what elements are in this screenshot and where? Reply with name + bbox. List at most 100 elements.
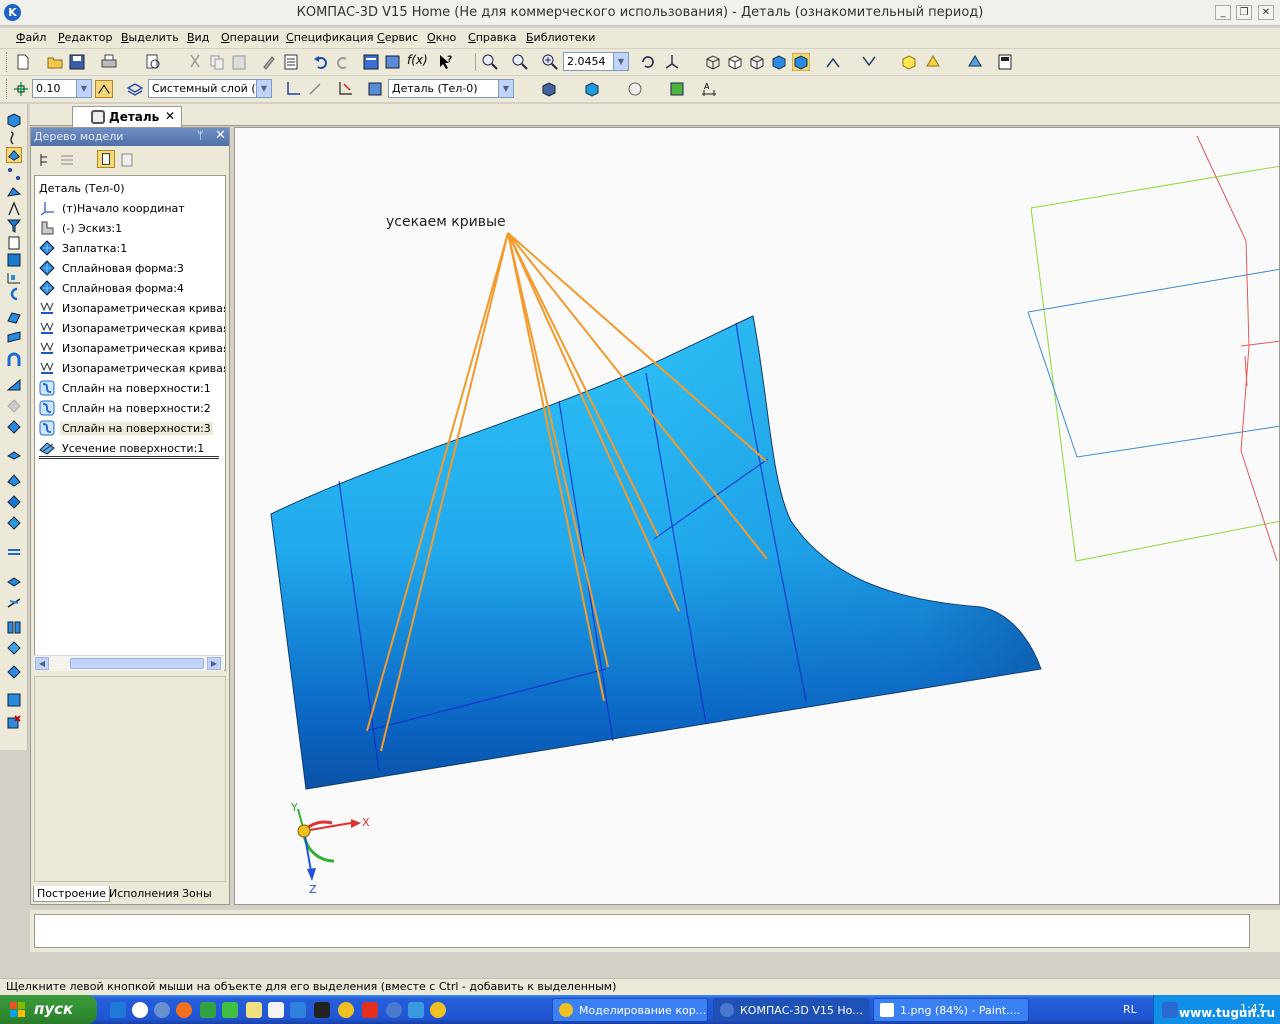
redo-icon[interactable] (334, 53, 352, 71)
offset-surface-icon[interactable] (6, 494, 22, 510)
tool-icon[interactable] (200, 1002, 216, 1018)
array-icon[interactable] (6, 184, 22, 200)
surface-fill-icon[interactable] (6, 640, 22, 656)
toolbar-grip[interactable] (6, 52, 10, 72)
layer-icon[interactable] (126, 80, 144, 98)
restore-button[interactable]: ❐ (1236, 5, 1252, 20)
blue-app-icon[interactable] (408, 1002, 424, 1018)
paste-icon[interactable] (230, 53, 248, 71)
menu-specification[interactable]: Спецификация (286, 31, 373, 44)
surface-trim-icon[interactable] (6, 595, 22, 611)
kompas-quick-icon[interactable] (386, 1002, 402, 1018)
view-icon[interactable] (966, 53, 984, 71)
chevron-down-icon[interactable]: ▼ (613, 53, 628, 70)
color-icon[interactable] (583, 80, 601, 98)
editing-icon[interactable] (6, 235, 22, 251)
yellow-app-icon[interactable] (338, 1002, 354, 1018)
start-button[interactable]: пуск (0, 995, 97, 1024)
tree-item[interactable]: Сплайн на поверхности:2 (35, 398, 225, 418)
zoom-scale-select[interactable]: 2.0454 ▼ (563, 52, 629, 71)
dimension-icon[interactable]: A (700, 80, 718, 98)
hidden-lines-icon[interactable] (726, 53, 744, 71)
body-icon[interactable] (366, 80, 384, 98)
tree-item[interactable]: Усечение поверхности:1 (35, 438, 225, 458)
tab-detail[interactable]: Деталь ✕ (72, 106, 182, 127)
sew-icon[interactable] (6, 450, 22, 466)
tray-network-icon[interactable] (1162, 1002, 1178, 1018)
tree-item[interactable]: (-) Эскиз:1 (35, 218, 225, 238)
properties-icon[interactable] (260, 53, 278, 71)
chevron-down-icon[interactable]: ▼ (256, 80, 271, 97)
chrome-quick-icon[interactable] (430, 1002, 446, 1018)
library-icon[interactable] (6, 692, 22, 708)
green-cube-icon[interactable] (668, 80, 686, 98)
notepad-icon[interactable] (246, 1002, 262, 1018)
panel-icon[interactable] (996, 53, 1014, 71)
model-canvas[interactable]: X Y Z (235, 128, 1280, 905)
sketch-curve-icon[interactable] (6, 130, 22, 146)
menu-operations[interactable]: Операции (221, 31, 279, 44)
manager-icon[interactable] (362, 53, 380, 71)
zoom-in-icon[interactable] (541, 53, 559, 71)
scroll-left-icon[interactable]: ◀ (35, 657, 49, 670)
tree-item[interactable]: Изопараметрическая кривая:1 (35, 298, 225, 318)
red-app-icon[interactable] (362, 1002, 378, 1018)
zoom-fit-icon[interactable] (481, 53, 499, 71)
task-kompas[interactable]: КОМПАС-3D V15 Ho... (713, 998, 869, 1022)
perspective-icon[interactable] (924, 53, 942, 71)
scroll-right-icon[interactable]: ▶ (207, 657, 221, 670)
scroll-thumb[interactable] (70, 658, 204, 669)
undo-icon[interactable] (312, 53, 330, 71)
thin-hidden-icon[interactable] (748, 53, 766, 71)
shaded-cube-icon[interactable] (540, 80, 558, 98)
halftone-edges-icon[interactable] (792, 53, 810, 71)
tree-item[interactable]: Изопараметрическая кривая:2 (35, 318, 225, 338)
tab-executions[interactable]: Исполнения (106, 886, 182, 902)
body-select[interactable]: Деталь (Тел-0) ▼ (388, 79, 514, 98)
tree-item[interactable]: Сплайновая форма:4 (35, 278, 225, 298)
close-icon[interactable]: ✕ (165, 109, 175, 123)
surface-rotate-icon[interactable] (6, 330, 22, 346)
app-icon[interactable] (314, 1002, 330, 1018)
orientation-select-icon[interactable] (336, 80, 354, 98)
step-cursor-icon[interactable] (12, 80, 30, 98)
command-line[interactable] (34, 914, 1250, 948)
surface-loft-icon[interactable] (6, 376, 22, 392)
tree-root[interactable]: Деталь (Тел-0) (35, 178, 225, 198)
tree-item[interactable]: Изопараметрическая кривая:4 (35, 358, 225, 378)
measure-icon[interactable] (6, 269, 22, 285)
cut-icon[interactable] (186, 53, 204, 71)
firefox-icon[interactable] (176, 1002, 192, 1018)
surface-extrude-icon[interactable] (6, 309, 22, 325)
minimize-button[interactable]: _ (1215, 5, 1231, 20)
points-icon[interactable] (6, 166, 22, 182)
diagnostics-icon[interactable] (6, 218, 22, 234)
chevron-down-icon[interactable]: ▼ (76, 80, 91, 97)
hook-icon[interactable] (6, 286, 22, 302)
tree-view-mode-icon[interactable] (59, 152, 75, 168)
tree-item[interactable]: Сплайн на поверхности:1 (35, 378, 225, 398)
pin-icon[interactable]: ᛘ (197, 129, 204, 142)
mass-props-icon[interactable] (626, 80, 644, 98)
menu-file[interactable]: Файл (16, 31, 46, 44)
menu-help[interactable]: Справка (468, 31, 516, 44)
tree-hscrollbar[interactable]: ◀ ▶ (34, 655, 224, 671)
ruled-surface-icon[interactable] (6, 515, 22, 531)
tree-item[interactable]: Изопараметрическая кривая:3 (35, 338, 225, 358)
spec-icon[interactable] (6, 252, 22, 268)
menu-window[interactable]: Окно (427, 31, 456, 44)
menu-service[interactable]: Сервис (377, 31, 418, 44)
media-player-icon[interactable] (132, 1002, 148, 1018)
close-window-button[interactable]: ✕ (1258, 5, 1274, 20)
extend-surface-icon[interactable] (6, 472, 22, 488)
trim-icon[interactable] (6, 544, 22, 560)
zoom-window-icon[interactable] (511, 53, 529, 71)
new-file-icon[interactable] (14, 53, 32, 71)
split-surface-icon[interactable] (6, 574, 22, 590)
print-icon[interactable] (100, 53, 118, 71)
help-pointer-icon[interactable]: ? (437, 53, 455, 71)
ie-icon[interactable] (110, 1002, 126, 1018)
show-tree-icon[interactable] (97, 150, 115, 168)
step-select[interactable]: 0.10 ▼ (32, 79, 92, 98)
tree-structure-icon[interactable] (37, 152, 53, 168)
